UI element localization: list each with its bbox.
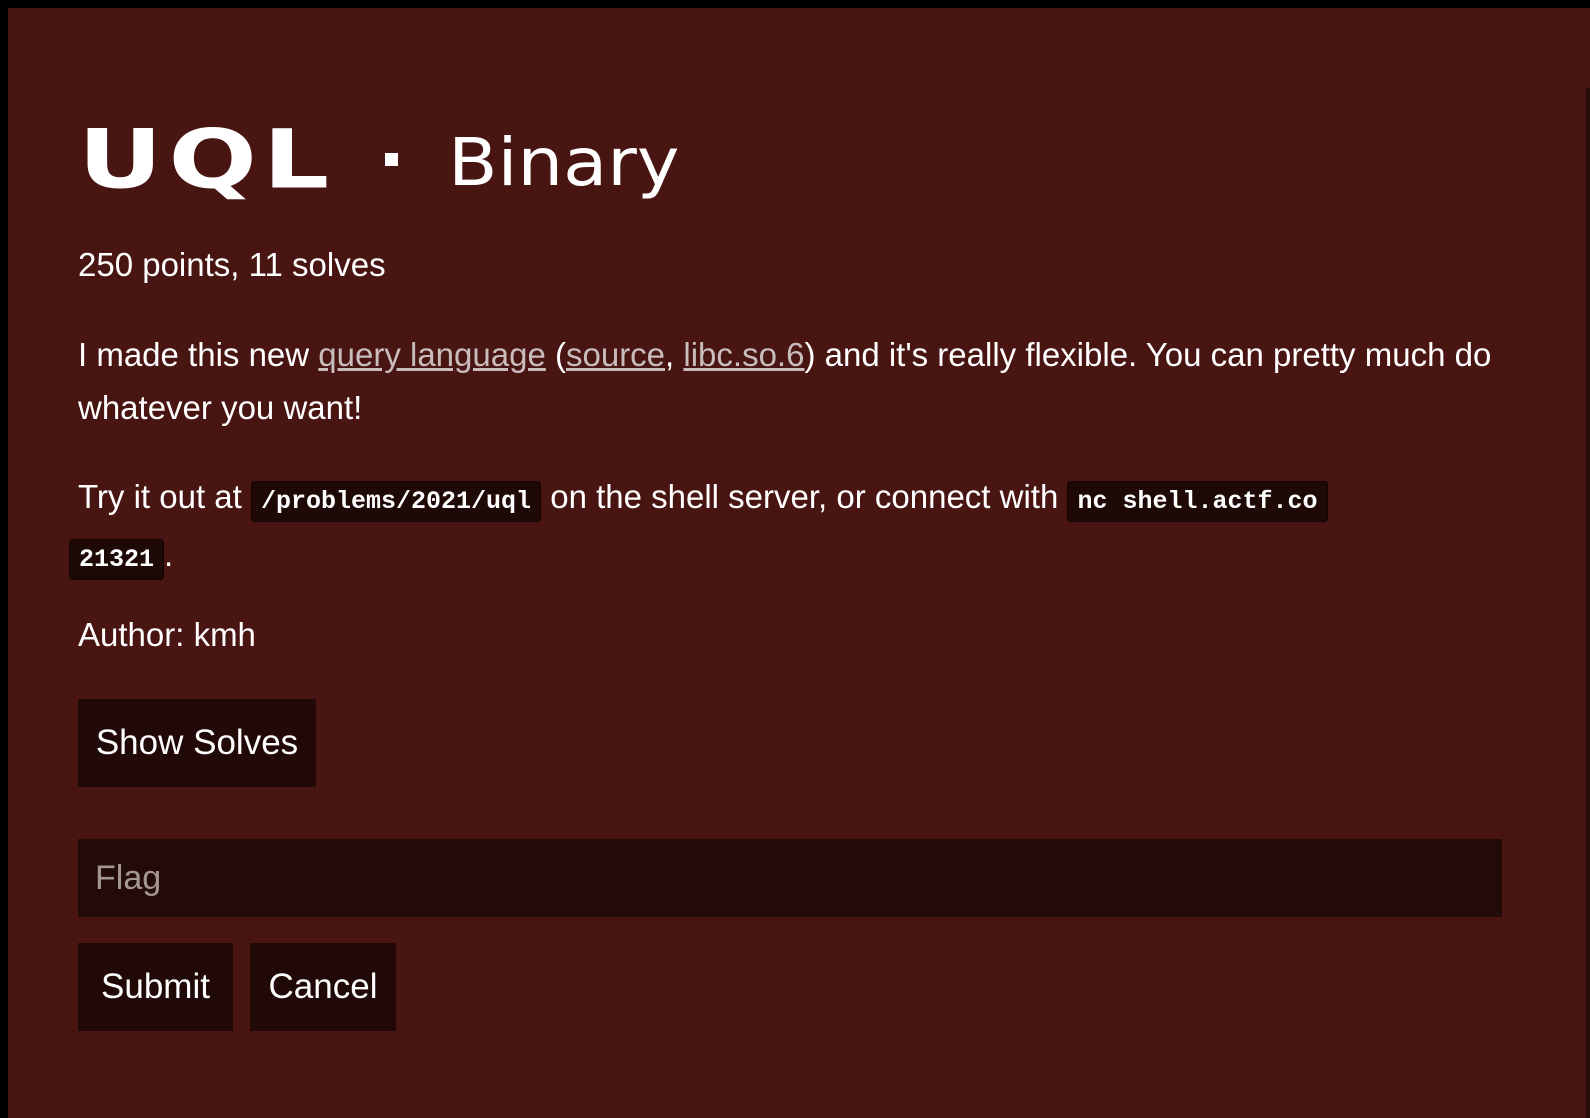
- connection-text: .: [164, 536, 174, 573]
- cancel-button[interactable]: Cancel: [250, 943, 396, 1031]
- points-solves: 250 points, 11 solves: [78, 246, 386, 283]
- path-code: /problems/2021/uql: [251, 481, 542, 522]
- source-link[interactable]: source: [566, 336, 665, 373]
- challenge-category: Binary: [448, 123, 680, 201]
- challenge-description: I made this new query language (source, …: [78, 328, 1518, 434]
- nc-command-code: nc shell.actf.co: [1067, 481, 1328, 522]
- nc-command-line2: 21321: [79, 545, 155, 574]
- description-text: I made this new: [78, 336, 319, 373]
- flag-input[interactable]: [78, 839, 1502, 917]
- challenge-title: UQL: [78, 111, 336, 208]
- challenge-panel: UQL Binary 250 points, 11 solves I made …: [8, 8, 1590, 1118]
- scrollbar-edge: [1586, 88, 1590, 1118]
- separator-dot: [385, 153, 399, 166]
- description-text: ,: [665, 336, 684, 373]
- show-solves-button[interactable]: Show Solves: [78, 699, 316, 787]
- submit-button[interactable]: Submit: [78, 943, 233, 1031]
- libc-link[interactable]: libc.so.6: [683, 336, 804, 373]
- challenge-header: UQL Binary: [78, 96, 680, 200]
- connection-info: Try it out at /problems/2021/uql on the …: [69, 470, 1398, 586]
- description-text: (: [545, 336, 566, 373]
- connection-text: on the shell server, or connect with: [541, 478, 1068, 515]
- nc-command-line1: nc shell.actf.co: [1077, 487, 1318, 516]
- nc-port-code: 21321: [69, 539, 165, 580]
- author: Author: kmh: [78, 616, 256, 653]
- query-language-link[interactable]: query language: [318, 336, 546, 373]
- connection-text: Try it out at: [78, 478, 251, 515]
